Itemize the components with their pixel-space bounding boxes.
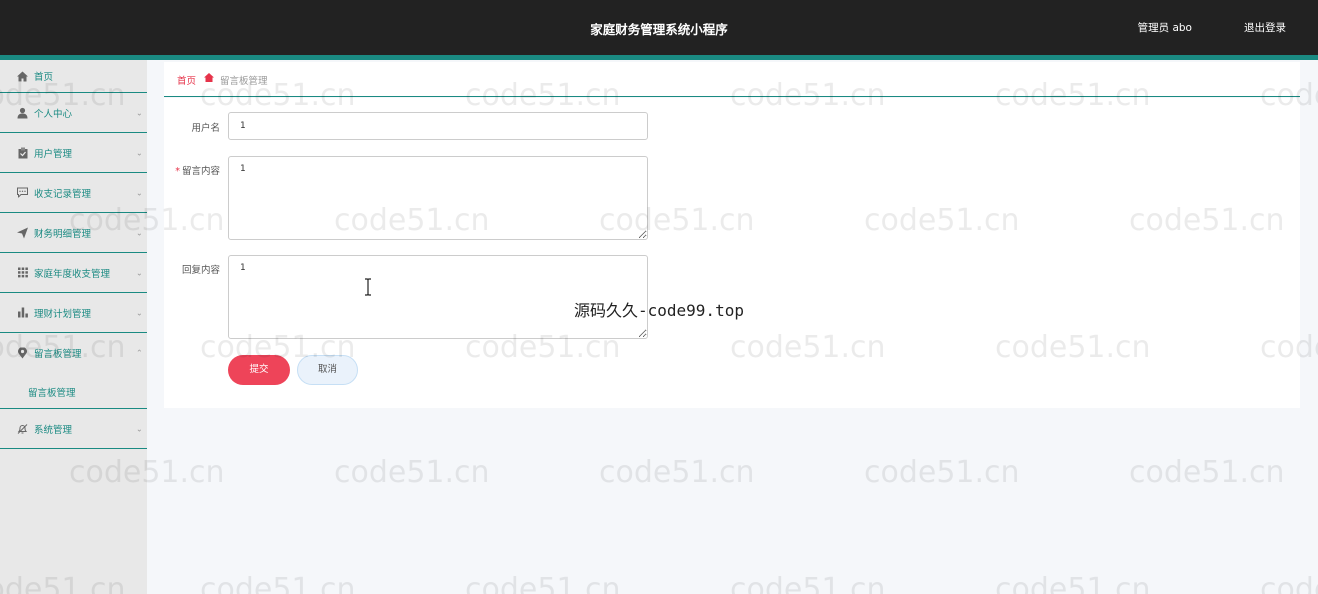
sidebar-item-label: 首页 — [34, 72, 54, 83]
header-accent-bar — [0, 55, 1318, 60]
watermark: code51.cn — [200, 572, 356, 594]
bar-chart-icon — [17, 307, 28, 318]
chevron-down-icon: ⌄ — [136, 188, 143, 197]
breadcrumb: 首页 留言板管理 — [164, 62, 1300, 97]
location-icon — [17, 347, 28, 359]
top-bar: 家庭财务管理系统小程序 管理员 abo 退出登录 — [0, 0, 1318, 55]
breadcrumb-home[interactable]: 首页 — [177, 73, 196, 87]
sidebar-item-label: 用户管理 — [34, 148, 73, 160]
watermark: code51.cn — [599, 455, 755, 490]
chevron-down-icon: ⌄ — [136, 108, 143, 117]
app-title: 家庭财务管理系统小程序 — [590, 22, 728, 37]
chevron-down-icon: ⌄ — [136, 268, 143, 277]
watermark: code51.cn — [465, 572, 621, 594]
sidebar-item-label: 财务明细管理 — [34, 228, 92, 240]
sidebar-item-records[interactable]: 收支记录管理 ⌄ — [0, 173, 147, 213]
submenu-messages: 留言板管理 — [0, 373, 147, 409]
watermark: code51.cn — [1129, 455, 1285, 490]
comment-icon — [17, 187, 28, 198]
sidebar-item-label: 收支记录管理 — [34, 188, 92, 200]
cancel-button[interactable]: 取消 — [297, 355, 358, 385]
chevron-down-icon: ⌄ — [136, 308, 143, 317]
username-label: 用户名 — [191, 123, 220, 134]
logout-button[interactable]: 退出登录 — [1244, 20, 1286, 35]
home-icon — [17, 71, 28, 82]
text-cursor-icon — [365, 278, 371, 296]
submit-button[interactable]: 提交 — [228, 355, 290, 385]
sidebar-item-profile[interactable]: 个人中心 ⌄ — [0, 93, 147, 133]
message-label-text: 留言内容 — [181, 166, 220, 177]
clipboard-icon — [17, 147, 28, 158]
sidebar-item-messages[interactable]: 留言板管理 ⌃ — [0, 333, 147, 373]
message-textarea[interactable]: 1 — [228, 156, 648, 240]
sidebar: 首页 个人中心 ⌄ 用户管理 ⌄ 收支记录管理 ⌄ 财务明细管理 ⌄ 家庭年度收… — [0, 60, 147, 594]
sidebar-item-label: 留言板管理 — [34, 349, 82, 360]
required-mark: * — [175, 166, 180, 177]
grid-icon — [17, 267, 28, 278]
sidebar-item-finance-details[interactable]: 财务明细管理 ⌄ — [0, 213, 147, 253]
watermark: code51.cn — [1260, 572, 1318, 594]
sidebar-item-label: 系统管理 — [34, 424, 73, 436]
chevron-up-icon: ⌃ — [136, 348, 143, 358]
bell-off-icon — [17, 423, 28, 434]
user-icon — [17, 107, 28, 118]
sidebar-item-label: 理财计划管理 — [34, 308, 92, 320]
chevron-down-icon: ⌄ — [136, 228, 143, 237]
message-label: * 留言内容 — [164, 163, 220, 177]
home-icon — [204, 73, 214, 85]
watermark: code51.cn — [864, 455, 1020, 490]
submenu-item-message-board[interactable]: 留言板管理 — [28, 385, 76, 399]
sidebar-item-users[interactable]: 用户管理 ⌄ — [0, 133, 147, 173]
current-user: 管理员 abo — [1137, 22, 1192, 34]
chevron-down-icon: ⌄ — [136, 424, 143, 433]
overlay-watermark: 源码久久-code99.top — [574, 301, 744, 320]
sidebar-item-plan[interactable]: 理财计划管理 ⌄ — [0, 293, 147, 333]
watermark: code51.cn — [334, 455, 490, 490]
sidebar-item-annual[interactable]: 家庭年度收支管理 ⌄ — [0, 253, 147, 293]
chevron-down-icon: ⌄ — [136, 148, 143, 157]
sidebar-item-home[interactable]: 首页 — [0, 60, 147, 93]
breadcrumb-current: 留言板管理 — [220, 76, 268, 87]
watermark: code51.cn — [730, 572, 886, 594]
sidebar-item-label: 家庭年度收支管理 — [34, 268, 111, 280]
sidebar-item-system[interactable]: 系统管理 ⌄ — [0, 409, 147, 449]
watermark: code51.cn — [995, 572, 1151, 594]
send-icon — [17, 227, 28, 238]
reply-label: 回复内容 — [181, 265, 220, 276]
sidebar-item-label: 个人中心 — [34, 108, 73, 120]
username-input[interactable] — [228, 112, 648, 140]
